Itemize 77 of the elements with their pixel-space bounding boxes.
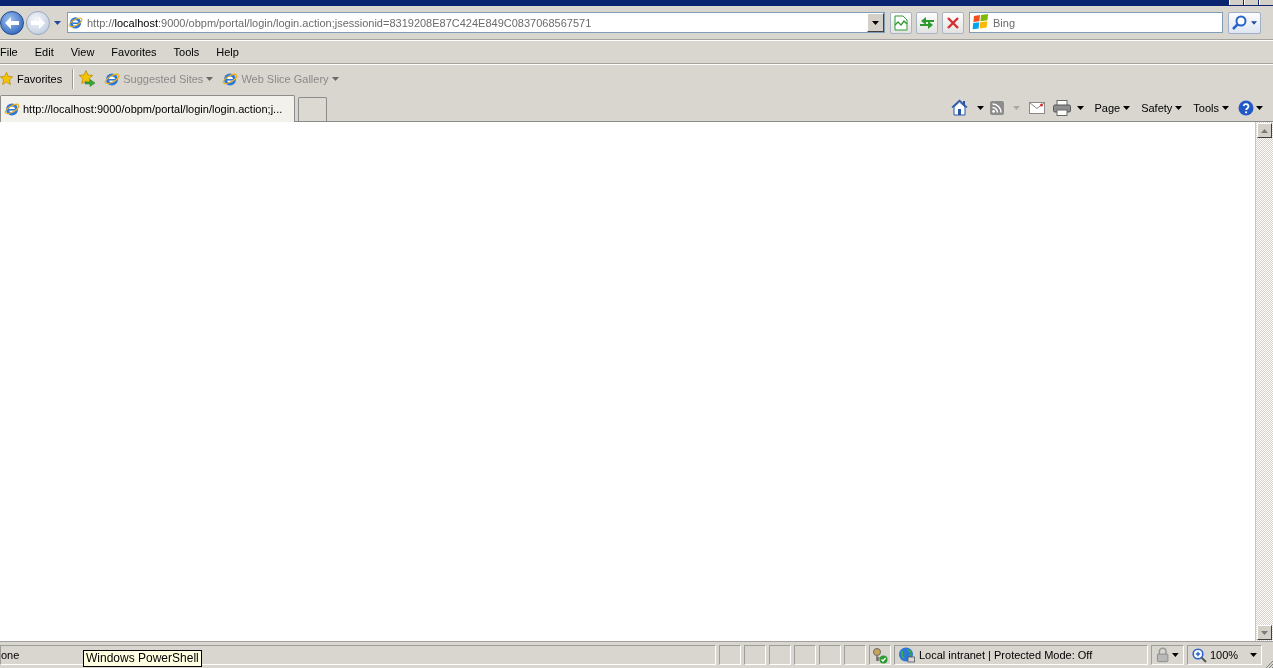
- caret-icon: [1250, 653, 1257, 657]
- resize-grip-icon: [1265, 660, 1273, 668]
- command-menu-button[interactable]: Page: [1094, 96, 1131, 119]
- x-mark-icon: [947, 16, 959, 29]
- status-panel: [719, 645, 741, 665]
- caret-icon: [1175, 105, 1183, 110]
- refresh-button[interactable]: [916, 11, 938, 34]
- menu-item[interactable]: File: [0, 43, 18, 60]
- zoom-level: 100%: [1210, 649, 1239, 661]
- status-text: one: [1, 649, 20, 661]
- link-label: Web Slice Gallery: [241, 72, 329, 85]
- caret-icon: [206, 76, 214, 81]
- up-triangle-icon: [1261, 128, 1268, 133]
- browser-logo-icon: [68, 15, 83, 30]
- refresh-icon: [919, 15, 935, 30]
- home-icon: [951, 99, 969, 116]
- url-text: http://localhost:9000/obpm/portal/login/login.action;jsessionid=8319208E87C424E849C0837068567571: [86, 16, 593, 29]
- zone-text: Local intranet | Protected Mode: Off: [919, 649, 1093, 661]
- menu-item[interactable]: Help: [216, 43, 239, 60]
- caret-icon: [1013, 105, 1021, 110]
- menu-item[interactable]: Edit: [34, 43, 54, 60]
- help-icon: [1238, 99, 1254, 116]
- security-menu-button[interactable]: [1151, 645, 1184, 665]
- vertical-scrollbar[interactable]: [1255, 122, 1273, 641]
- tab-label: http://localhost:9000/obpm/portal/login/login.action;j...: [23, 103, 283, 115]
- star-arrow-icon: [78, 70, 97, 87]
- back-button[interactable]: [0, 10, 24, 35]
- rss-icon: [990, 100, 1005, 115]
- menu-item[interactable]: View: [70, 43, 95, 60]
- caret-icon: [1251, 20, 1257, 25]
- dropdown-button[interactable]: [867, 13, 884, 32]
- home-button[interactable]: [951, 96, 985, 119]
- right-arrow-icon: [31, 16, 45, 29]
- globe-icon: [898, 647, 915, 663]
- tab[interactable]: http://localhost:9000/obpm/portal/login/login.action;j...: [0, 95, 295, 122]
- command-menu-button[interactable]: Safety: [1141, 96, 1183, 119]
- caret-icon: [1256, 105, 1263, 110]
- caret-icon: [54, 20, 61, 25]
- search-button[interactable]: [1228, 11, 1261, 34]
- scroll-down-button[interactable]: [1257, 625, 1272, 640]
- zoom-in-icon: [1192, 647, 1207, 663]
- menu-item[interactable]: Tools: [173, 43, 200, 60]
- envelope-icon: [1029, 101, 1046, 114]
- search-icon: [1232, 15, 1247, 30]
- caret-icon: [872, 20, 879, 25]
- left-arrow-icon: [5, 16, 19, 29]
- browser-logo-icon: [4, 101, 20, 117]
- status-panel: [744, 645, 766, 665]
- caret-icon: [977, 105, 985, 110]
- search-field[interactable]: Bing: [969, 12, 1223, 33]
- zoom-button[interactable]: 100%: [1187, 645, 1262, 665]
- caret-icon: [1222, 105, 1229, 110]
- down-triangle-icon: [1261, 630, 1268, 635]
- caret-icon: [331, 76, 339, 81]
- menu-item[interactable]: Favorites: [111, 43, 157, 60]
- broken-page-icon: [894, 14, 908, 31]
- caret-icon: [1123, 105, 1131, 110]
- printer-icon: [1053, 99, 1072, 116]
- tooltip: Windows PowerShell: [83, 650, 202, 667]
- address-field[interactable]: http://localhost:9000/obpm/portal/login/login.action;jsessionid=8319208E87C424E849C0837068567571: [67, 12, 885, 33]
- command-menu-button[interactable]: Tools: [1193, 96, 1229, 119]
- lock-icon: [1156, 647, 1170, 663]
- favorites-label: Favorites: [17, 72, 63, 85]
- caret-icon: [1077, 105, 1085, 110]
- link-label: Suggested Sites: [123, 72, 204, 85]
- status-panel: [844, 645, 866, 665]
- stop-button[interactable]: [942, 11, 964, 34]
- caret-icon: [1172, 653, 1179, 657]
- status-panel: [794, 645, 816, 665]
- favorites-button[interactable]: Favorites: [0, 72, 63, 85]
- add-favorite-button[interactable]: [78, 70, 97, 87]
- flag-logo-icon: [972, 14, 989, 30]
- star-icon: [0, 72, 13, 85]
- status-panel: [769, 645, 791, 665]
- status-panel: [819, 645, 841, 665]
- scroll-up-button[interactable]: [1257, 123, 1272, 138]
- compatibility-button[interactable]: [890, 11, 912, 34]
